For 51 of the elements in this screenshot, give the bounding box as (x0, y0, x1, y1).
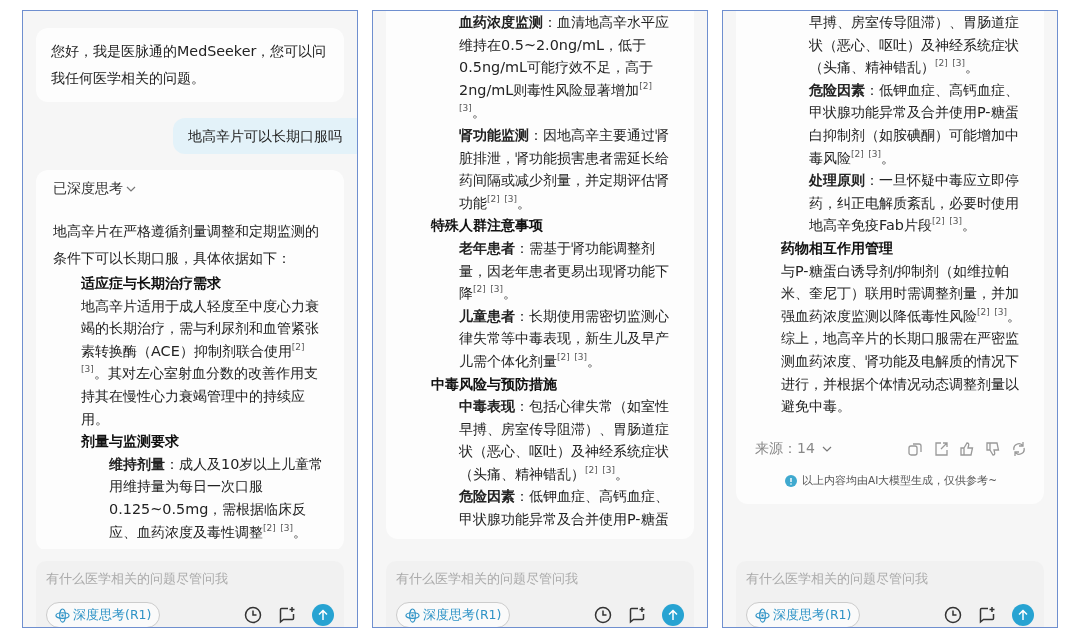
section-heading: 适应症与长期治疗需求 (81, 274, 222, 293)
deep-think-button[interactable]: 深度思考(R1) (396, 602, 511, 627)
answer-paragraph: 综上，地高辛片的长期口服需在严密监测血药浓度、肾功能及电解质的情况下进行，并根据个体情况动态调整剂量以避免中毒。 (781, 329, 1020, 417)
question-field[interactable]: 有什么医学相关的问题尽管问我 深度思考(R1) (386, 561, 694, 627)
disclaimer-text: 以上内容均由AI大模型生成，仅供参考~ (801, 473, 998, 488)
user-message: 地高辛片可以长期口服吗 (173, 118, 357, 154)
list-item-text: 危险因素：低钾血症、高钙血症、甲状腺功能异常及合并使用P-糖蛋白抑制剂（如胺碘酮）可能增加中毒风险$^{[2]}$ $^{[3]}$。 (809, 80, 1020, 168)
answer-paragraph: 与P-糖蛋白诱导剂/抑制剂（如维拉帕米、奎尼丁）联用时需调整剂量，并加强血药浓度监测以降低毒性风险$^{[2]}$ $^{[3]}$。 (781, 261, 1023, 326)
clock-icon[interactable] (594, 606, 612, 624)
share-icon[interactable] (933, 440, 949, 457)
deep-think-button[interactable]: 深度思考(R1) (46, 602, 161, 627)
thumbs-down-icon[interactable] (985, 440, 1001, 457)
copy-icon[interactable] (907, 440, 923, 457)
atom-icon (405, 607, 420, 623)
arrow-up-icon (317, 609, 329, 621)
list-item-text: 肾功能监测：因地高辛主要通过肾脏排泄，肾功能损害患者需延长给药间隔或减少剂量，并定期评估肾功能$^{[2]}$ $^{[3]}$。 (459, 125, 670, 213)
send-button[interactable] (662, 604, 684, 626)
list-item-text: 老年患者：需基于肾功能调整剂量，因老年患者更易出现肾功能下降$^{[2]}$ $^{[3]}$。 (459, 238, 670, 304)
thumbs-up-icon[interactable] (959, 440, 975, 457)
send-button[interactable] (1012, 604, 1034, 626)
question-field[interactable]: 有什么医学相关的问题尽管问我 深度思考(R1) (736, 561, 1044, 627)
new-chat-icon[interactable] (978, 606, 996, 624)
greeting-message: 您好，我是医脉通的MedSeeker，您可以问我任何医学相关的问题。 (36, 28, 344, 102)
new-chat-icon[interactable] (628, 606, 646, 624)
thinking-toggle[interactable]: 已深度思考 (53, 180, 137, 198)
arrow-up-icon (1017, 609, 1029, 621)
sources-button[interactable]: 来源：14 (755, 439, 833, 458)
send-button[interactable] (312, 604, 334, 626)
section-heading: 药物相互作用管理 (781, 238, 894, 258)
list-item-text: 维持剂量：成人及10岁以上儿童常用维持量为每日一次口服0.125~0.5mg，需根据临床反应、血药浓度及毒性调整$^{[2]}$ $^{[3]}$。 (109, 454, 325, 542)
info-icon (784, 474, 797, 487)
list-item-text: 处理原则：一旦怀疑中毒应立即停药，纠正电解质紊乱，必要时使用地高辛免疫Fab片段$^{[2]}$ $^{[3]}$。 (809, 171, 1020, 236)
answer-paragraph: 地高辛片适用于成人轻度至中度心力衰竭的长期治疗，需与利尿剂和血管紧张素转换酶（ACE）抑制剂联合使用$^{[2]}$ $^{[3]}$。其对左心室射血分数的改善作用支持其在慢性心力衰竭管理中的持续应用。 (81, 296, 320, 429)
atom-icon (755, 607, 770, 623)
deep-think-button[interactable]: 深度思考(R1) (746, 602, 861, 627)
section-heading: 剂量与监测要求 (81, 432, 180, 452)
list-item-text: 儿童患者：长期使用需密切监测心律失常等中毒表现，新生儿及早产儿需个体化剂量$^{[2]}$ $^{[3]}$。 (459, 306, 670, 371)
list-item-text: 中毒表现：包括心律失常（如室性早搏、房室传导阻滞）、胃肠道症状（恶心、呕吐）及神经系统症状（头痛、精神错乱）$^{[2]}$ $^{[3]}$。 (459, 397, 670, 484)
atom-icon (55, 607, 70, 623)
arrow-up-icon (667, 609, 679, 621)
clock-icon[interactable] (244, 606, 262, 624)
list-item-text: 早搏、房室传导阻滞）、胃肠道症状（恶心、呕吐）及神经系统症状（头痛、精神错乱）$^{[2]}$ $^{[3]}$。 (809, 13, 1020, 78)
new-chat-icon[interactable] (278, 606, 296, 624)
section-heading: 特殊人群注意事项 (431, 216, 544, 236)
refresh-icon[interactable] (1011, 440, 1027, 457)
answer-intro: 地高辛片在严格遵循剂量调整和定期监测的条件下可以长期口服，具体依据如下： (53, 222, 320, 268)
section-heading: 中毒风险与预防措施 (431, 374, 558, 394)
clock-icon[interactable] (944, 606, 962, 624)
list-item-text: 危险因素：低钾血症、高钙血症、甲状腺功能异常及合并使用P-糖蛋 (459, 487, 670, 530)
question-field[interactable]: 有什么医学相关的问题尽管问我 深度思考(R1) (36, 561, 344, 627)
list-item-text: 血药浓度监测：血清地高辛水平应维持在0.5~2.0ng/mL，低于0.5ng/mL可能疗效不足，高于2ng/mL则毒性风险显著增加$^{[2]}$ $^{[3]}$。 (459, 13, 670, 123)
